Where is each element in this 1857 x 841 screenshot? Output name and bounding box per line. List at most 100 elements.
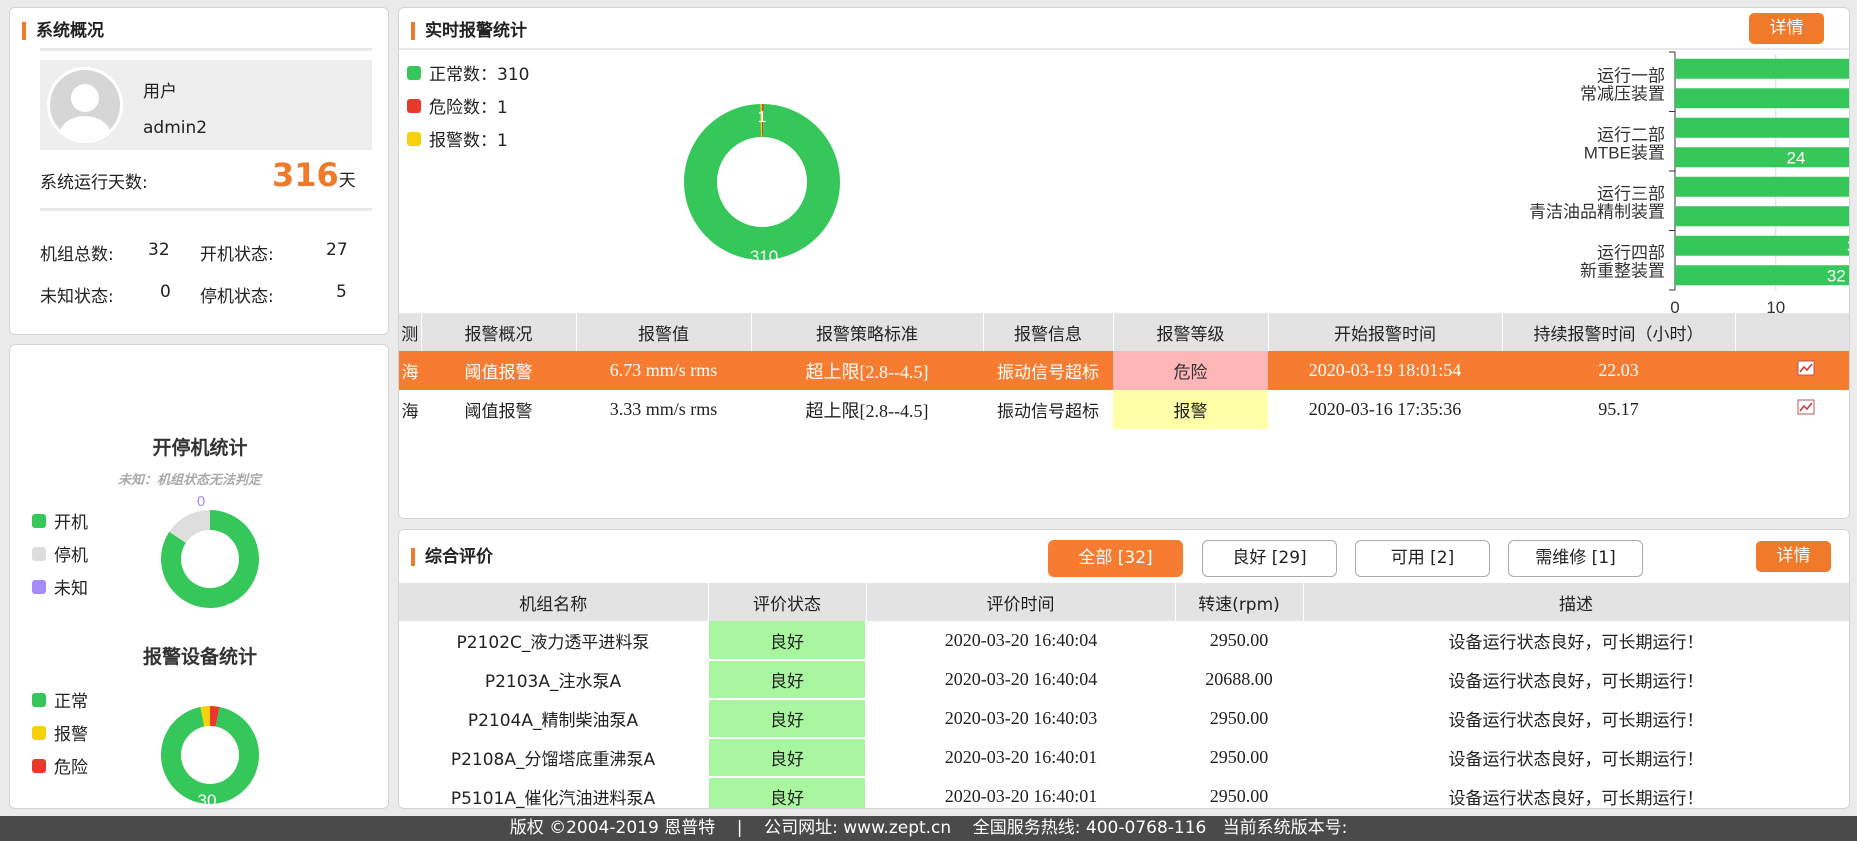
run-days-label: 系统运行天数: xyxy=(40,173,148,193)
col-header[interactable]: 评价时间 xyxy=(866,583,1176,621)
legend-on[interactable]: 开机 xyxy=(32,508,88,533)
stat-on-label: 开机状态: xyxy=(200,245,274,265)
col-header[interactable]: 报警值 xyxy=(576,313,752,351)
machine-stats-title: 开停机统计 xyxy=(152,437,248,459)
status-badge: 良好 xyxy=(707,777,867,808)
legend-normal-count[interactable]: 正常数：310 xyxy=(407,60,529,85)
col-header[interactable]: 转速(rpm) xyxy=(1175,583,1304,621)
legend-off[interactable]: 停机 xyxy=(32,541,88,566)
run-days: 316天 xyxy=(272,156,356,194)
status-badge: 良好 xyxy=(707,699,867,739)
table-row[interactable]: P2108A_分馏塔底重沸泵A 良好 2020-03-20 16:40:01 2950… xyxy=(399,738,1849,778)
overview-panel: 系统概况 用户 admin2 系统运行天数: 316天 机组总数: 32 开机状… xyxy=(9,7,389,335)
legend-alarm[interactable]: 报警 xyxy=(32,720,88,745)
col-header[interactable]: 报警概况 xyxy=(421,313,577,351)
table-row[interactable]: P2104A_精制柴油泵A 良好 2020-03-20 16:40:03 2950.0… xyxy=(399,699,1849,739)
legend-swatch xyxy=(32,692,46,707)
realtime-detail-button[interactable]: 详情 xyxy=(1749,13,1824,44)
bar-segment[interactable] xyxy=(1675,88,1850,109)
legend-swatch xyxy=(407,98,421,113)
horizontal-scrollbar[interactable] xyxy=(399,518,1739,519)
filter-good-button[interactable]: 良好 [29] xyxy=(1202,540,1337,577)
filter-all-button[interactable]: 全部 [32] xyxy=(1048,540,1183,577)
legend-label: 报警 xyxy=(54,725,88,745)
footer: 版权 ©2004-2019 恩普特 | 公司网址: www.zept.cn 全国… xyxy=(0,816,1857,841)
filter-repair-button[interactable]: 需维修 [1] xyxy=(1508,540,1643,577)
cell: 95.17 xyxy=(1598,399,1639,419)
filter-usable-button[interactable]: 可用 [2] xyxy=(1355,540,1490,577)
bar-segment[interactable] xyxy=(1675,147,1850,168)
y-group-label: 青洁油品精制装置 xyxy=(1529,203,1665,222)
col-header[interactable]: 报警策略标准 xyxy=(751,313,984,351)
trend-chart-icon[interactable] xyxy=(1735,390,1849,429)
y-group-label: 运行二部 xyxy=(1597,126,1665,145)
table-row[interactable]: P2103A_注水泵A 良好 2020-03-20 16:40:04 20688.00… xyxy=(399,660,1849,700)
cell: 设备运行状态良好，可长期运行！ xyxy=(1448,633,1704,653)
bar-segment[interactable] xyxy=(1675,58,1850,79)
table-row[interactable]: P5101A_催化汽油进料泵A 良好 2020-03-20 16:40:01 2950… xyxy=(399,777,1849,808)
evaluation-table-wrap: 机组名称 评价状态 评价时间 转速(rpm) 描述 P2102C_液力透平进料泵… xyxy=(399,583,1849,808)
col-header[interactable]: 评价状态 xyxy=(708,583,867,621)
evaluation-table-body: P2102C_液力透平进料泵 良好 2020-03-20 16:40:04 2950.… xyxy=(399,621,1849,808)
cell: P5101A_催化汽油进料泵A xyxy=(450,789,656,808)
user-avatar-icon xyxy=(59,84,111,140)
col-header[interactable]: 开始报警时间 xyxy=(1268,313,1503,351)
bar-segment[interactable] xyxy=(1675,265,1850,286)
machine-stats-donut: 5 0 27 xyxy=(161,493,259,619)
run-days-unit: 天 xyxy=(338,171,356,191)
bar-segment[interactable] xyxy=(1675,206,1850,227)
legend-alarm-count[interactable]: 报警数：1 xyxy=(407,126,508,151)
col-header[interactable]: 报警信息 xyxy=(983,313,1114,351)
stats-divider xyxy=(40,208,372,211)
alarm-table-header: 测 报警概况 报警值 报警策略标准 报警信息 报警等级 开始报警时间 持续报警时… xyxy=(399,313,1849,351)
bar-segment[interactable] xyxy=(1675,117,1850,138)
cell: 振动信号超标 xyxy=(997,402,1099,422)
cell: 2020-03-19 18:01:54 xyxy=(1308,360,1462,380)
cell: P2108A_分馏塔底重沸泵A xyxy=(450,750,656,770)
status-badge: 良好 xyxy=(707,660,867,700)
stat-off-value: 5 xyxy=(336,282,347,302)
donut-label-on: 27 xyxy=(226,600,245,619)
bar-chart: 01020304050运行一部常减压装置运行二部MTBE装置运行三部青洁油品精制… xyxy=(1529,51,1850,317)
col-header[interactable]: 报警等级 xyxy=(1113,313,1269,351)
col-header[interactable]: 测 xyxy=(399,313,422,351)
legend-danger-count[interactable]: 危险数：1 xyxy=(407,93,508,118)
table-row[interactable]: P2102C_液力透平进料泵 良好 2020-03-20 16:40:04 2950.… xyxy=(399,621,1849,661)
realtime-panel: 实时报警统计 详情 正常数：310 危险数：1 报警数：1 1 310 0102… xyxy=(398,7,1850,519)
cell: 2020-03-20 16:40:01 xyxy=(944,747,1098,767)
donut-realtime xyxy=(684,104,840,261)
col-header[interactable]: 操 xyxy=(1735,313,1849,351)
evaluation-detail-button[interactable]: 详情 xyxy=(1756,541,1831,572)
cell: 6.73 mm/s rms xyxy=(609,360,718,380)
col-header[interactable]: 持续报警时间（小时） xyxy=(1502,313,1736,351)
cell: 超上限[2.8--4.5] xyxy=(805,400,929,421)
cell: 设备运行状态良好，可长期运行！ xyxy=(1448,750,1704,770)
legend-normal[interactable]: 正常 xyxy=(32,687,88,712)
cell: 2950.00 xyxy=(1209,786,1269,806)
col-header[interactable]: 机组名称 xyxy=(399,583,709,621)
cell: 阈值报警 xyxy=(464,363,533,383)
cell: 2950.00 xyxy=(1209,747,1269,767)
bar-segment[interactable] xyxy=(1675,176,1850,197)
status-badge: 良好 xyxy=(707,621,867,661)
user-card: 用户 admin2 xyxy=(40,60,372,150)
table-row[interactable]: 海 阈值报警 3.33 mm/s rms 超上限[2.8--4.5] 振动信号超… xyxy=(399,390,1849,429)
alarm-device-title: 报警设备统计 xyxy=(142,646,257,668)
legend-danger[interactable]: 危险 xyxy=(32,753,88,778)
trend-chart-icon[interactable] xyxy=(1735,351,1849,390)
donut-label-unknown: 0 xyxy=(197,493,205,510)
donut-alarm-device xyxy=(161,706,259,804)
legend-swatch xyxy=(407,65,421,80)
cell: 22.03 xyxy=(1598,360,1639,380)
stat-total-value: 32 xyxy=(148,240,170,260)
donut-label-alarm: 1 xyxy=(758,109,767,126)
table-row[interactable]: 海 阈值报警 6.73 mm/s rms 超上限[2.8--4.5] 振动信号超… xyxy=(399,351,1849,390)
evaluation-table-header: 机组名称 评价状态 评价时间 转速(rpm) 描述 xyxy=(399,583,1849,621)
bar-segment[interactable] xyxy=(1675,235,1850,256)
legend-label: 报警数：1 xyxy=(429,131,508,151)
col-header[interactable]: 描述 xyxy=(1303,583,1849,621)
legend-unknown[interactable]: 未知 xyxy=(32,574,88,599)
cell: 海 xyxy=(401,363,419,383)
legend-swatch xyxy=(32,579,46,594)
cell: 20688.00 xyxy=(1205,669,1273,689)
